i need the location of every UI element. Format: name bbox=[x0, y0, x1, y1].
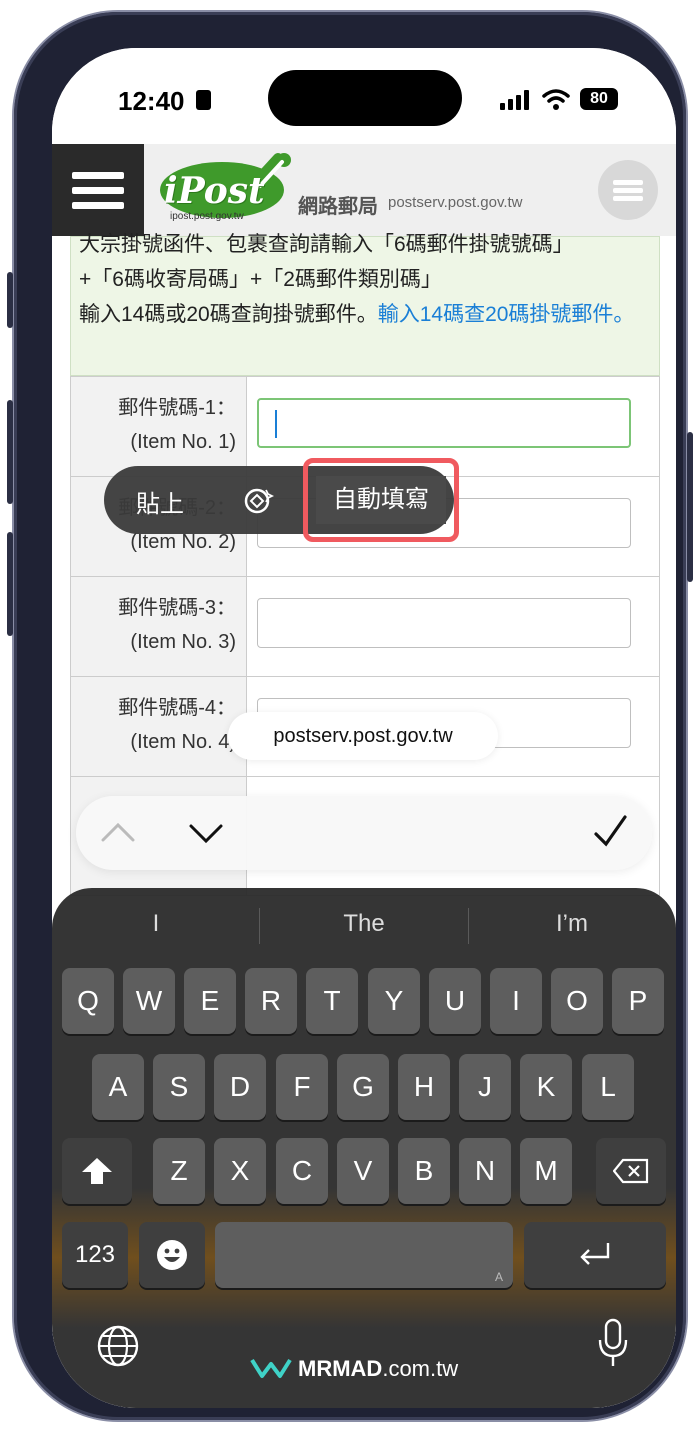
status-time: 12:40 bbox=[118, 86, 185, 116]
suggestion-2[interactable]: The bbox=[314, 910, 414, 938]
power-button bbox=[687, 432, 693, 582]
screen: 12:40 80 iPost ipost.post.gov.tw 網路郵局 po… bbox=[52, 48, 676, 1408]
space-hint: A bbox=[494, 1270, 503, 1284]
key-b[interactable]: B bbox=[398, 1138, 450, 1204]
instruction-line-1: 大宗掛號函件、包裹查詢請輸入「6碼郵件掛號號碼」 bbox=[79, 233, 574, 256]
delete-key[interactable] bbox=[596, 1138, 666, 1204]
phone-frame: 12:40 80 iPost ipost.post.gov.tw 網路郵局 po… bbox=[7, 12, 693, 1420]
item-no-3-input[interactable] bbox=[257, 598, 631, 648]
key-x[interactable]: X bbox=[214, 1138, 266, 1204]
emoji-icon bbox=[157, 1240, 187, 1270]
signal-icon bbox=[500, 90, 529, 110]
field-label: 郵件號碼-1： (Item No. 1) bbox=[71, 377, 247, 476]
mrmad-logo-icon bbox=[250, 1358, 292, 1378]
emoji-key[interactable] bbox=[139, 1222, 205, 1288]
key-n[interactable]: N bbox=[459, 1138, 511, 1204]
form-row: 郵件號碼-3： (Item No. 3) bbox=[70, 576, 660, 677]
text-caret bbox=[275, 410, 277, 438]
key-a[interactable]: A bbox=[92, 1054, 144, 1120]
shift-key[interactable] bbox=[62, 1138, 132, 1204]
space-bar[interactable]: A bbox=[215, 1222, 513, 1288]
microphone-icon[interactable] bbox=[596, 1318, 630, 1368]
key-d[interactable]: D bbox=[214, 1054, 266, 1120]
query-20-digit-link[interactable]: 輸入14碼查20碼掛號郵件。 bbox=[378, 303, 635, 326]
key-i[interactable]: I bbox=[490, 968, 542, 1034]
instruction-box: 大宗掛號函件、包裹查詢請輸入「6碼郵件掛號號碼」 +「6碼收寄局碼」+「2碼郵件… bbox=[70, 233, 660, 376]
key-r[interactable]: R bbox=[245, 968, 297, 1034]
hamburger-menu-button[interactable] bbox=[52, 144, 144, 236]
wifi-icon bbox=[542, 89, 570, 110]
logo-text: iPost bbox=[164, 170, 265, 212]
globe-icon[interactable] bbox=[96, 1324, 140, 1368]
key-p[interactable]: P bbox=[612, 968, 664, 1034]
key-l[interactable]: L bbox=[582, 1054, 634, 1120]
field-label: 郵件號碼-3： (Item No. 3) bbox=[71, 577, 247, 676]
ios-keyboard: I The I’m Q W E R T Y U I O P A S D F G … bbox=[52, 888, 676, 1408]
key-u[interactable]: U bbox=[429, 968, 481, 1034]
key-g[interactable]: G bbox=[337, 1054, 389, 1120]
volume-up-button bbox=[7, 400, 13, 504]
suggestion-1[interactable]: I bbox=[136, 910, 176, 938]
volume-down-button bbox=[7, 532, 13, 636]
key-z[interactable]: Z bbox=[153, 1138, 205, 1204]
backspace-icon bbox=[612, 1158, 649, 1184]
suggestion-divider bbox=[468, 908, 469, 944]
shift-icon bbox=[82, 1158, 112, 1184]
key-s[interactable]: S bbox=[153, 1054, 205, 1120]
form-accessory-bar bbox=[76, 796, 652, 870]
key-e[interactable]: E bbox=[184, 968, 236, 1034]
key-t[interactable]: T bbox=[306, 968, 358, 1034]
logo-url: ipost.post.gov.tw bbox=[170, 211, 244, 222]
status-bar: 12:40 80 bbox=[52, 48, 676, 144]
autofill-highlight-box bbox=[303, 458, 459, 542]
action-button bbox=[7, 272, 13, 328]
next-field-icon[interactable] bbox=[188, 820, 224, 848]
key-c[interactable]: C bbox=[276, 1138, 328, 1204]
instruction-line-2: +「6碼收寄局碼」+「2碼郵件類別碼」 bbox=[79, 268, 442, 291]
done-checkmark-icon[interactable] bbox=[592, 812, 628, 852]
field-label: 郵件號碼-4： (Item No. 4) bbox=[71, 677, 247, 776]
key-f[interactable]: F bbox=[276, 1054, 328, 1120]
site-domain: postserv.post.gov.tw bbox=[388, 194, 523, 211]
suggestion-divider bbox=[259, 908, 260, 944]
return-icon bbox=[580, 1243, 610, 1265]
key-v[interactable]: V bbox=[337, 1138, 389, 1204]
autofill-domain-pill[interactable]: postserv.post.gov.tw bbox=[228, 712, 498, 760]
key-y[interactable]: Y bbox=[368, 968, 420, 1034]
key-k[interactable]: K bbox=[520, 1054, 572, 1120]
sparkle-icon[interactable] bbox=[240, 484, 274, 518]
key-j[interactable]: J bbox=[459, 1054, 511, 1120]
site-header: iPost ipost.post.gov.tw 網路郵局 postserv.po… bbox=[52, 144, 676, 237]
item-no-1-input[interactable] bbox=[257, 398, 631, 448]
battery-indicator: 80 bbox=[580, 88, 618, 110]
key-h[interactable]: H bbox=[398, 1054, 450, 1120]
numbers-key[interactable]: 123 bbox=[62, 1222, 128, 1288]
instruction-text: 輸入14碼或20碼查詢掛號郵件。 bbox=[79, 303, 378, 326]
page-menu-icon[interactable] bbox=[598, 160, 658, 220]
site-name: 網路郵局 bbox=[298, 196, 378, 218]
instruction-line-3: 輸入14碼或20碼查詢掛號郵件。輸入14碼查20碼掛號郵件。 bbox=[79, 297, 651, 332]
key-o[interactable]: O bbox=[551, 968, 603, 1034]
key-q[interactable]: Q bbox=[62, 968, 114, 1034]
key-m[interactable]: M bbox=[520, 1138, 572, 1204]
dynamic-island bbox=[268, 70, 462, 126]
previous-field-icon[interactable] bbox=[100, 818, 136, 846]
return-key[interactable] bbox=[524, 1222, 666, 1288]
paste-button[interactable]: 貼上 bbox=[136, 484, 184, 519]
suggestion-3[interactable]: I’m bbox=[522, 910, 622, 938]
watermark-text: MRMAD.com.tw bbox=[298, 1356, 459, 1381]
contact-card-icon bbox=[196, 90, 211, 110]
key-w[interactable]: W bbox=[123, 968, 175, 1034]
